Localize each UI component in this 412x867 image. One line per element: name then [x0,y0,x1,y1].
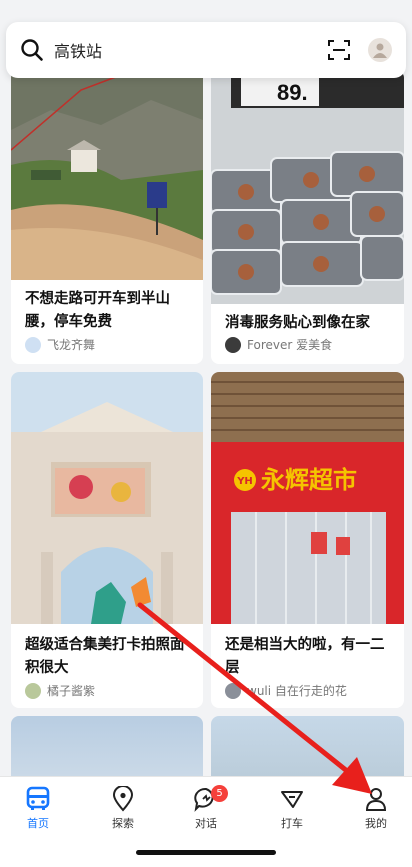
store-sign: 永辉超市 [261,466,357,494]
author-name: 飞龙齐舞 [47,338,96,352]
card-title: 消毒服务贴心到像在家 [225,315,370,331]
author-name: wuli 自在行走的花 [247,684,347,698]
card-author: wuli 自在行走的花 [225,682,347,699]
price-tag: 89. [277,80,308,105]
author-avatar [225,336,241,353]
location-pin-icon [112,786,134,812]
feed-card[interactable]: 不想走路可开车到半山腰，停车免费 飞龙齐舞 [11,70,203,364]
author-name: Forever 爱美食 [247,338,333,352]
card-author: 橘子酱紫 [25,682,95,699]
tab-explore[interactable]: 探索 [93,785,153,831]
scan-icon[interactable] [328,39,350,61]
author-name: 橘子酱紫 [47,684,96,698]
tab-label: 打车 [281,817,303,830]
tab-label: 我的 [365,817,387,830]
card-image: YH 永辉超市 [211,372,404,624]
store-logo: YH [236,476,253,487]
card-image [11,372,203,624]
tab-label: 探索 [112,817,134,830]
user-avatar[interactable] [368,38,392,62]
tab-label: 对话 [195,817,217,830]
card-title: 还是相当大的啦，有一二层 [225,637,385,676]
author-avatar [25,336,41,353]
author-avatar [225,682,241,699]
feed-card[interactable]: 89. 消毒服务贴心到像在家 Forever 爱美食 [211,70,404,364]
screen: 高铁站 不想走路可开车到半山腰，停车免费 飞龙齐舞 89. 消毒服务贴心到像在家… [0,0,412,867]
home-indicator [136,850,276,855]
bus-icon [26,786,50,810]
tab-profile[interactable]: 我的 [346,785,406,831]
card-image [11,70,203,280]
card-title: 不想走路可开车到半山腰，停车免费 [25,291,170,330]
tab-home[interactable]: 首页 [8,785,68,831]
search-input[interactable]: 高铁站 [54,38,328,62]
card-author: Forever 爱美食 [225,336,332,353]
card-title: 超级适合集美打卡拍照面积很大 [25,637,185,676]
taxi-flag-icon [281,791,303,808]
tab-label: 首页 [27,817,49,830]
tab-chat[interactable]: 5 对话 [176,785,236,831]
person-icon [365,788,387,811]
author-avatar [25,682,41,699]
feed-card[interactable]: 超级适合集美打卡拍照面积很大 橘子酱紫 [11,372,203,708]
card-image: 89. [211,70,404,304]
tab-taxi[interactable]: 打车 [262,785,322,831]
feed-card[interactable]: YH 永辉超市 还是相当大的啦，有一二层 wuli 自在行走的花 [211,372,404,708]
search-bar[interactable]: 高铁站 [6,22,406,78]
chat-badge: 5 [211,785,228,802]
search-icon [21,39,43,61]
card-author: 飞龙齐舞 [25,336,95,353]
person-icon [373,43,387,58]
